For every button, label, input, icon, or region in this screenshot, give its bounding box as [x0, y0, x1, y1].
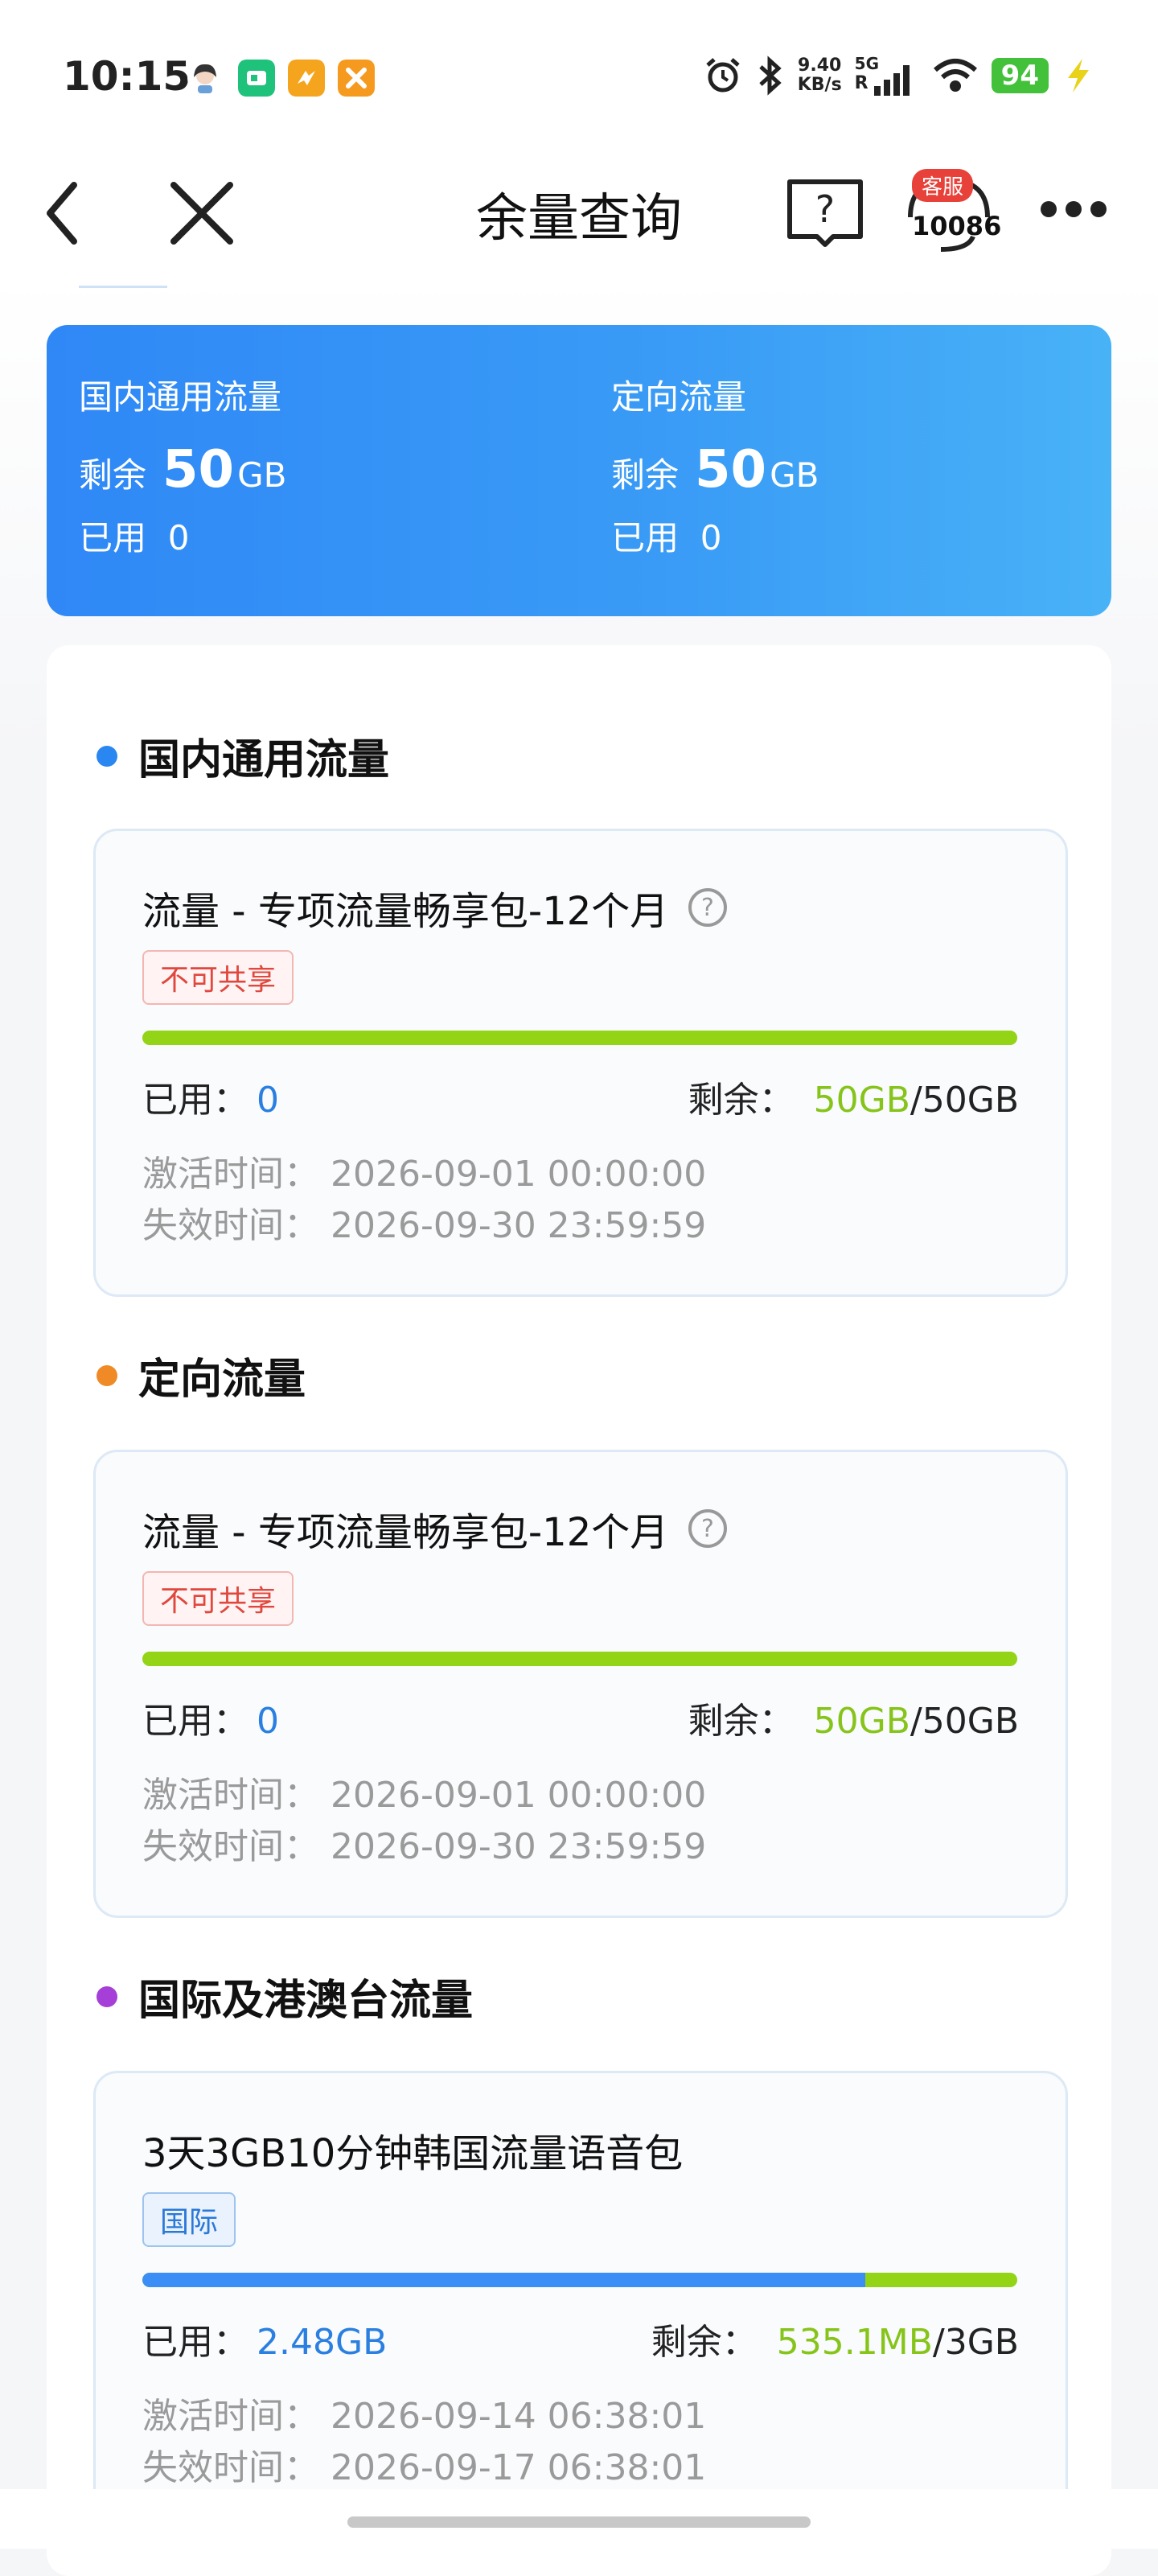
used-label: 已用： [142, 2322, 248, 2363]
app-tools-icon [338, 60, 375, 97]
used-value: 0 [700, 518, 722, 558]
usage-bar [142, 2273, 1017, 2287]
customer-service-button[interactable]: 客服 10086 [901, 169, 1001, 257]
more-icon[interactable] [1037, 193, 1110, 225]
section-header-domestic: 国内通用流量 [96, 726, 389, 786]
section-title: 国内通用流量 [138, 736, 390, 784]
used-label: 已用 [611, 518, 680, 558]
remain-label: 剩余 [611, 455, 680, 495]
share-tag: 不可共享 [142, 950, 294, 1005]
total-value: /50GB [910, 1701, 1019, 1742]
summary-domestic: 国内通用流量 剩余 50 GB 已用 0 [79, 370, 286, 560]
package-name: 流量 - 专项流量畅享包-12个月 [142, 1510, 669, 1555]
usage-bar [142, 1652, 1017, 1666]
package-list: 国内通用流量 流量 - 专项流量畅享包-12个月 ? 不可共享 已用： 0 剩余：… [47, 645, 1111, 2576]
clock: 10:15 [63, 53, 191, 100]
svg-text:?: ? [815, 187, 835, 231]
remain-label: 剩余 [79, 455, 147, 495]
section-dot [96, 745, 117, 767]
used-label: 已用： [142, 1080, 248, 1121]
share-tag: 不可共享 [142, 1571, 294, 1626]
activate-time: 激活时间： 2026-09-01 00:00:00 [142, 1154, 707, 1195]
section-title: 定向流量 [138, 1356, 306, 1404]
used-value: 0 [257, 1701, 279, 1742]
package-name: 3天3GB10分钟韩国流量语音包 [142, 2131, 684, 2176]
package-card[interactable]: 流量 - 专项流量畅享包-12个月 ? 不可共享 已用： 0 剩余： 50GB/50… [93, 1450, 1068, 1918]
remain-label: 剩余： [688, 1080, 795, 1121]
usage-bar-fill [142, 2273, 865, 2287]
battery-icon: 94 [991, 58, 1049, 93]
used-label: 已用： [142, 1701, 248, 1742]
summary-card: 国内通用流量 剩余 50 GB 已用 0 定向流量 剩余 50 GB 已用 0 [47, 325, 1111, 616]
remain-value: 535.1MB [776, 2322, 933, 2363]
used-value: 0 [257, 1080, 279, 1121]
section-header-directed: 定向流量 [96, 1345, 306, 1405]
expire-time: 失效时间： 2026-09-17 06:38:01 [142, 2447, 707, 2488]
section-dot [96, 1364, 117, 1386]
remain-value: 50 [162, 440, 235, 500]
activate-time: 激活时间： 2026-09-14 06:38:01 [142, 2396, 707, 2437]
svg-text:?: ? [701, 894, 714, 922]
expire-time: 失效时间： 2026-09-30 23:59:59 [142, 1205, 707, 1246]
customer-service-badge: 客服 [912, 169, 974, 202]
section-title: 国际及港澳台流量 [138, 1977, 474, 2025]
activate-time: 激活时间： 2026-09-01 00:00:00 [142, 1775, 707, 1816]
expire-time: 失效时间： 2026-09-30 23:59:59 [142, 1826, 707, 1867]
signal-icon: 5G R [855, 54, 919, 96]
alarm-icon [706, 58, 740, 93]
summary-directed: 定向流量 剩余 50 GB 已用 0 [611, 370, 819, 560]
used-label: 已用 [79, 518, 147, 558]
wifi-icon [933, 59, 977, 92]
charging-icon [1068, 59, 1089, 93]
status-bar: 10:15 9.40 KB/s 5G R 94 [0, 0, 1158, 153]
help-icon[interactable]: ? [688, 887, 728, 928]
total-value: /3GB [932, 2322, 1019, 2363]
used-value: 0 [167, 518, 190, 558]
section-header-international: 国际及港澳台流量 [96, 1966, 473, 2027]
bluetooth-icon [759, 56, 782, 96]
section-dot [96, 1985, 117, 2007]
package-card[interactable]: 流量 - 专项流量畅享包-12个月 ? 不可共享 已用： 0 剩余： 50GB/50… [93, 829, 1068, 1297]
remain-label: 剩余： [651, 2322, 758, 2363]
svg-text:?: ? [701, 1515, 714, 1543]
remain-label: 剩余： [688, 1701, 795, 1742]
app-green-icon [238, 60, 275, 97]
region-tag: 国际 [142, 2192, 236, 2247]
avatar-icon [187, 60, 223, 96]
used-value: 2.48GB [257, 2322, 388, 2363]
remain-value: 50GB [813, 1701, 910, 1742]
customer-service-number: 10086 [912, 211, 1002, 241]
remain-value: 50 [695, 440, 767, 500]
title-bar: 余量查询 ? 客服 10086 [0, 153, 1158, 274]
remain-unit: GB [770, 455, 819, 495]
help-icon[interactable]: ? [688, 1508, 728, 1549]
remain-value: 50GB [813, 1080, 910, 1121]
remain-unit: GB [237, 455, 287, 495]
total-value: /50GB [910, 1080, 1019, 1121]
net-speed: 9.40 KB/s [797, 56, 842, 95]
home-indicator[interactable] [347, 2516, 811, 2528]
package-card[interactable]: 3天3GB10分钟韩国流量语音包 国际 已用： 2.48GB 剩余： 535.1MB… [93, 2071, 1068, 2539]
summary-title: 国内通用流量 [79, 377, 282, 417]
app-orange-icon [288, 60, 325, 97]
status-icons: 9.40 KB/s 5G R 94 [703, 51, 1094, 100]
help-book-icon[interactable]: ? [785, 177, 865, 249]
package-name: 流量 - 专项流量畅享包-12个月 [142, 889, 669, 934]
summary-title: 定向流量 [611, 377, 747, 417]
usage-bar [142, 1031, 1017, 1045]
tab-indicator [79, 286, 167, 288]
